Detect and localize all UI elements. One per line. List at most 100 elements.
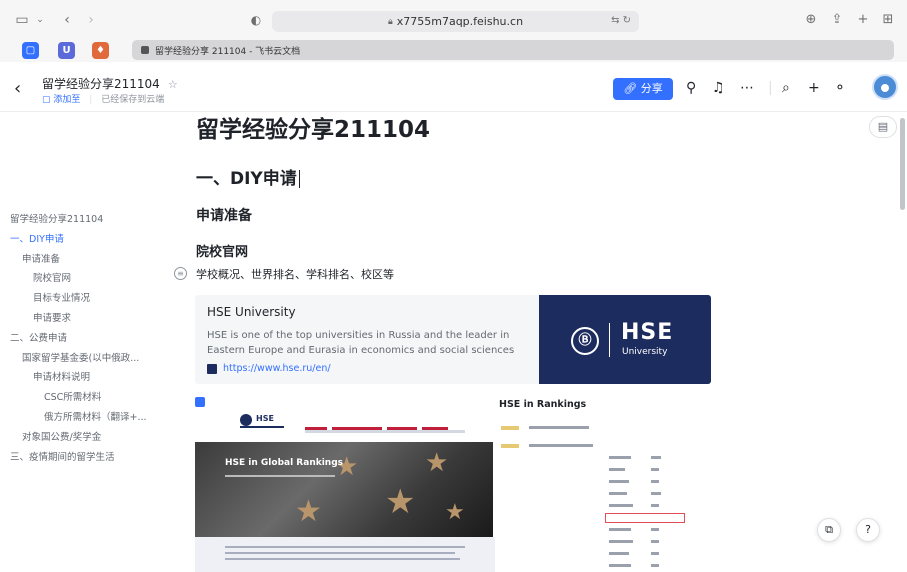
link-icon: 🔗︎ xyxy=(623,82,638,95)
download-icon[interactable]: ⊕ xyxy=(803,12,819,28)
rank-row xyxy=(501,478,701,486)
card-description: HSE is one of the top universities in Ru… xyxy=(207,330,515,356)
mini-nav xyxy=(305,416,495,450)
lock-icon: 🔒︎ xyxy=(387,16,393,27)
star-decor-icon: ★ xyxy=(385,482,416,522)
outline-item[interactable]: 申请材料说明 xyxy=(0,368,170,388)
block-handle-icon[interactable]: ≡ xyxy=(174,267,187,280)
hero-subline xyxy=(225,475,335,477)
search-icon[interactable]: ⌕ xyxy=(782,80,790,96)
hse-favicon-icon xyxy=(207,363,217,374)
chevron-down-icon[interactable]: ⌄ xyxy=(35,11,45,29)
card-title: HSE University xyxy=(207,305,296,319)
tab-favicon-icon xyxy=(141,46,149,54)
rank-row xyxy=(501,424,701,432)
help-icon[interactable]: ? xyxy=(856,518,880,542)
divider: | xyxy=(768,80,773,96)
privacy-shield-icon[interactable]: ◐ xyxy=(249,11,263,29)
save-status: 已经保存到云端 xyxy=(101,95,165,105)
screenshot-left: HSE ★ ★ ★ ★ ★ HSE in Global Rankings xyxy=(195,394,495,572)
address-bar[interactable]: 🔒︎ x7755m7aqp.feishu.cn ⇆ ↻ xyxy=(272,11,639,32)
link-preview-card[interactable]: HSE University HSE is one of the top uni… xyxy=(195,295,711,384)
mini-subnav xyxy=(305,430,465,433)
doc-header: ‹ 留学经验分享211104 ☆ ▢ 添加至 | 已经保存到云端 🔗︎ 分享 ⚲ … xyxy=(0,62,907,112)
star-decor-icon: ★ xyxy=(425,448,449,478)
rankings-panel: HSE in Rankings xyxy=(497,394,711,572)
rankings-title: HSE in Rankings xyxy=(499,399,587,410)
star-decor-icon: ★ xyxy=(445,500,465,525)
outline-item[interactable]: 目标专业情况 xyxy=(0,289,170,309)
tab-overview-icon[interactable]: ⊞ xyxy=(880,12,896,28)
back-nav-icon[interactable]: ‹ xyxy=(60,11,74,29)
doc-tools-icon[interactable]: ⧉ xyxy=(817,518,841,542)
share-sheet-icon[interactable]: ⇪ xyxy=(829,12,845,28)
doc-meta: ▢ 添加至 | 已经保存到云端 xyxy=(42,95,165,105)
present-icon[interactable]: ⚲ xyxy=(686,80,696,96)
outline-item[interactable]: 国家留学基金委(以中俄政... xyxy=(0,349,170,369)
hero-title: HSE in Global Rankings xyxy=(225,458,343,468)
comment-icon[interactable]: ▤ xyxy=(869,116,897,138)
star-icon[interactable]: ☆ xyxy=(168,78,178,91)
doc-outline: 留学经验分享211104 一、DIY申请 申请准备 院校官网 目标专业情况 申请要求 二、公… xyxy=(0,210,170,467)
page-title[interactable]: 留学经验分享211104 xyxy=(196,110,430,144)
outline-item[interactable]: 二、公费申请 xyxy=(0,329,170,349)
rank-row xyxy=(501,502,701,510)
rank-row xyxy=(501,538,701,546)
outline-item[interactable]: 俄方所需材料（翻译+... xyxy=(0,408,170,428)
bookmark-favicon-1[interactable]: ▢ xyxy=(22,42,39,59)
outline-item[interactable]: 留学经验分享211104 xyxy=(0,210,170,230)
location-pin-icon[interactable]: ⚬ xyxy=(834,80,846,96)
active-tab[interactable]: 留学经验分享 211104 - 飞书云文档 xyxy=(132,40,894,60)
outline-item[interactable]: 三、疫情期间的留学生活 xyxy=(0,448,170,468)
outline-item[interactable]: 申请要求 xyxy=(0,309,170,329)
paragraph[interactable]: 学校概况、世界排名、学科排名、校区等 xyxy=(196,266,394,282)
hero-banner: ★ ★ ★ ★ ★ HSE in Global Rankings xyxy=(195,442,493,537)
heading-2[interactable]: 申请准备 xyxy=(196,205,252,225)
embedded-screenshot[interactable]: HSE ★ ★ ★ ★ ★ HSE in Global Rankings HSE… xyxy=(195,394,711,572)
forward-nav-icon[interactable]: › xyxy=(84,11,98,29)
mini-hse-logo: HSE xyxy=(240,414,284,428)
text-cursor xyxy=(298,170,300,188)
outline-item[interactable]: 申请准备 xyxy=(0,250,170,270)
card-url[interactable]: https://www.hse.ru/en/ xyxy=(207,363,331,374)
avatar[interactable] xyxy=(872,74,898,100)
reload-icon[interactable]: ⇆ ↻ xyxy=(611,15,631,26)
highlighted-rank-row xyxy=(605,513,685,523)
rank-row xyxy=(501,562,701,570)
new-tab-icon[interactable]: + xyxy=(855,12,871,28)
rank-row xyxy=(501,466,701,474)
banner-divider xyxy=(609,323,610,357)
rank-row xyxy=(501,442,701,450)
rank-row xyxy=(501,454,701,462)
banner-name: HSE xyxy=(621,320,674,345)
star-decor-icon: ★ xyxy=(295,494,322,529)
browser-toolbar: ▭ ⌄ ‹ › ◐ 🔒︎ x7755m7aqp.feishu.cn ⇆ ↻ ⊕ … xyxy=(0,0,907,40)
outline-item[interactable]: 对象国公费/奖学金 xyxy=(0,428,170,448)
more-icon[interactable]: ⋯ xyxy=(740,80,754,96)
rank-row xyxy=(501,526,701,534)
bookmark-favicon-2[interactable]: U xyxy=(58,42,75,59)
add-to-folder-link[interactable]: ▢ 添加至 xyxy=(42,95,80,105)
heading-3[interactable]: 院校官网 xyxy=(196,241,248,260)
scrollbar[interactable] xyxy=(900,118,905,210)
share-button[interactable]: 🔗︎ 分享 xyxy=(613,78,673,100)
outline-item[interactable]: 院校官网 xyxy=(0,269,170,289)
screenshot-footer xyxy=(195,537,495,572)
bell-icon[interactable]: ♫ xyxy=(712,80,725,96)
doc-header-title[interactable]: 留学经验分享211104 ☆ xyxy=(42,75,178,92)
back-arrow-icon[interactable]: ‹ xyxy=(14,78,21,99)
card-banner-image: Ⓑ HSE University xyxy=(539,295,711,384)
outline-item[interactable]: 一、DIY申请 xyxy=(0,230,170,250)
image-marker-icon xyxy=(195,397,205,407)
rank-row xyxy=(501,550,701,558)
url-text: x7755m7aqp.feishu.cn xyxy=(396,15,524,28)
hse-logo-icon: Ⓑ xyxy=(571,327,599,355)
tab-title: 留学经验分享 211104 - 飞书云文档 xyxy=(155,46,301,57)
outline-item[interactable]: CSC所需材料 xyxy=(0,388,170,408)
heading-1[interactable]: 一、DIY申请 xyxy=(196,164,300,189)
add-icon[interactable]: + xyxy=(808,80,820,96)
sidebar-toggle-icon[interactable]: ▭ xyxy=(14,11,30,29)
bookmark-favicon-3[interactable]: ♦ xyxy=(92,42,109,59)
rank-row xyxy=(501,490,701,498)
tab-strip: ▢ U ♦ 留学经验分享 211104 - 飞书云文档 xyxy=(0,40,907,62)
